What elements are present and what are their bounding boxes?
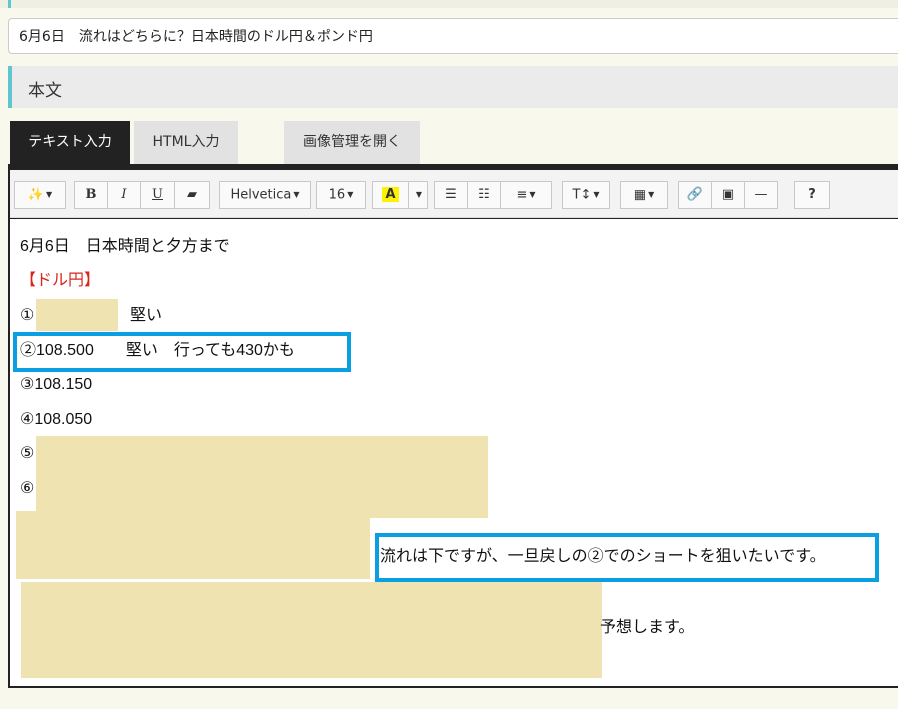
chevron-down-icon: ▼ bbox=[415, 190, 423, 199]
align-left-icon: ≡ bbox=[516, 187, 528, 203]
redaction-block bbox=[36, 299, 118, 331]
unordered-list-button[interactable]: ☰ bbox=[434, 181, 468, 209]
tab-text-input[interactable]: テキスト入力 bbox=[10, 121, 130, 164]
redaction-block bbox=[21, 582, 602, 678]
bottom-strip bbox=[0, 688, 898, 709]
redaction-block bbox=[36, 436, 488, 518]
magic-button[interactable]: ✨ ▼ bbox=[14, 181, 66, 209]
content-line-8: ⑥ bbox=[20, 480, 35, 497]
editor-toolbar: ✨ ▼ B I U ▰ Helvetica ▼ 16 ▼ A ▼ ☰ ☷ ≡ ▼ T↕ ▼… bbox=[10, 170, 898, 218]
underline-button[interactable]: U bbox=[140, 181, 175, 209]
title-input[interactable] bbox=[8, 18, 898, 54]
font-size-dropdown[interactable]: 16 ▼ bbox=[316, 181, 366, 209]
bold-label: B bbox=[85, 187, 97, 202]
font-family-dropdown[interactable]: Helvetica ▼ bbox=[219, 181, 311, 209]
underline-label: U bbox=[152, 187, 163, 202]
minus-icon: — bbox=[754, 187, 768, 202]
section-header: 本文 bbox=[8, 66, 898, 108]
font-family-value: Helvetica bbox=[230, 187, 292, 203]
content-line-3-prefix: ① bbox=[20, 307, 35, 324]
ordered-list-button[interactable]: ☷ bbox=[467, 181, 501, 209]
section-label: 本文 bbox=[28, 81, 62, 101]
help-button[interactable]: ? bbox=[794, 181, 830, 209]
content-line-2: 【ドル円】 bbox=[20, 272, 101, 289]
tab-html-input[interactable]: HTML入力 bbox=[134, 121, 238, 164]
magic-wand-icon: ✨ bbox=[27, 187, 45, 203]
highlight-color-button[interactable]: A bbox=[372, 181, 409, 209]
accent-bar bbox=[8, 0, 11, 8]
content-line-1: 6月6日 日本時間と夕方まで bbox=[20, 238, 230, 255]
font-size-value: 16 bbox=[328, 187, 346, 203]
bold-button[interactable]: B bbox=[74, 181, 108, 209]
redaction-block bbox=[16, 511, 370, 579]
italic-button[interactable]: I bbox=[107, 181, 141, 209]
highlight-box-line-2 bbox=[13, 332, 351, 372]
table-dropdown[interactable]: ▦ ▼ bbox=[620, 181, 668, 209]
clear-format-button[interactable]: ▰ bbox=[174, 181, 210, 209]
horizontal-rule-button[interactable]: — bbox=[744, 181, 778, 209]
table-icon: ▦ bbox=[633, 187, 647, 203]
content-line-10: 予想します。 bbox=[600, 619, 695, 636]
eraser-icon: ▰ bbox=[187, 187, 197, 202]
bullet-list-icon: ☰ bbox=[445, 187, 457, 202]
numbered-list-icon: ☷ bbox=[478, 187, 490, 202]
top-strip bbox=[0, 0, 898, 8]
link-icon: 🔗 bbox=[686, 187, 704, 202]
text-height-icon: T↕ bbox=[572, 187, 592, 203]
content-line-5: ③108.150 bbox=[20, 376, 93, 393]
image-button[interactable]: ▣ bbox=[711, 181, 745, 209]
content-line-6: ④108.050 bbox=[20, 411, 93, 428]
open-image-manager-button[interactable]: 画像管理を開く bbox=[284, 121, 420, 164]
highlight-label: A bbox=[382, 187, 399, 202]
image-icon: ▣ bbox=[721, 187, 735, 202]
highlight-color-dropdown[interactable]: ▼ bbox=[408, 181, 428, 209]
paragraph-align-dropdown[interactable]: ≡ ▼ bbox=[500, 181, 552, 209]
editor-content[interactable]: 6月6日 日本時間と夕方まで 【ドル円】 ① 堅い ②108.500 堅い 行っ… bbox=[10, 219, 898, 686]
highlight-box-line-9 bbox=[375, 533, 879, 582]
italic-label: I bbox=[121, 187, 127, 202]
content-line-7: ⑤ bbox=[20, 445, 35, 462]
content-line-3-suffix: 堅い bbox=[130, 307, 163, 324]
line-height-dropdown[interactable]: T↕ ▼ bbox=[562, 181, 610, 209]
help-icon: ? bbox=[808, 187, 816, 202]
link-button[interactable]: 🔗 bbox=[678, 181, 712, 209]
